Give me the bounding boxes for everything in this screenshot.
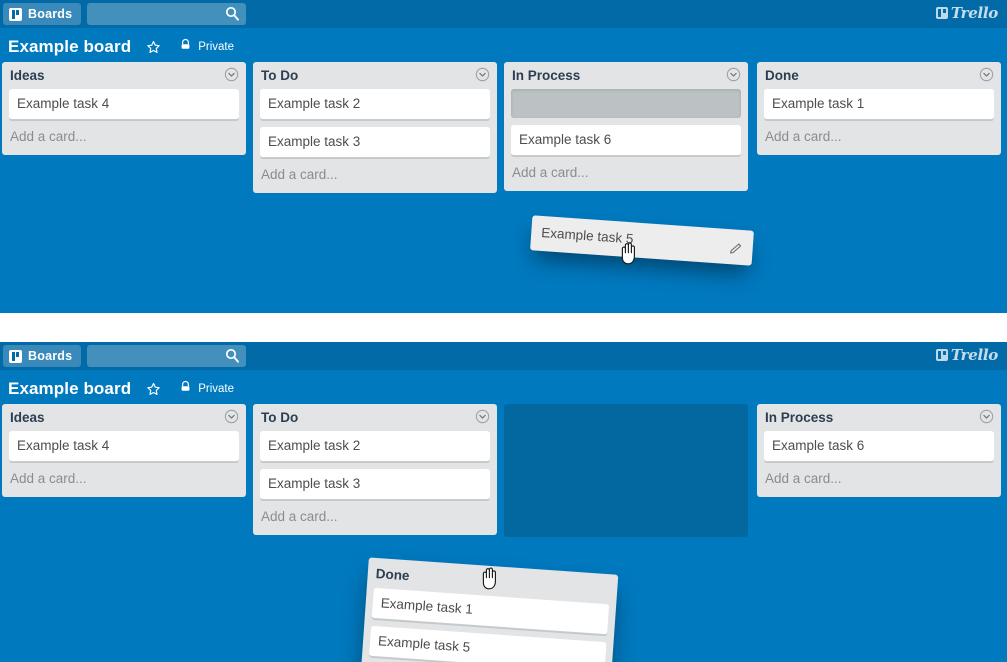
card[interactable]: Example task 1 bbox=[764, 89, 994, 120]
trello-logo[interactable]: Trello bbox=[935, 4, 998, 22]
list-header: Ideas bbox=[2, 62, 246, 89]
board-canvas-bottom: Ideas Example task 4 Add a card... To Do bbox=[0, 404, 1007, 662]
boards-button[interactable]: Boards bbox=[3, 345, 82, 367]
list-title: Ideas bbox=[10, 68, 45, 83]
list-title: To Do bbox=[261, 410, 299, 425]
card[interactable]: Example task 4 bbox=[9, 89, 239, 120]
list-title: To Do bbox=[261, 68, 299, 83]
chevron-down-circle-icon[interactable] bbox=[979, 67, 994, 82]
list-title: Done bbox=[765, 68, 799, 83]
list-in-process[interactable]: In Process Example task 6 Add a card... bbox=[504, 62, 748, 191]
board-visibility-label: Private bbox=[198, 383, 234, 395]
list-header: To Do bbox=[253, 404, 497, 431]
board-visibility[interactable]: Private bbox=[179, 380, 234, 399]
add-card-button[interactable]: Add a card... bbox=[2, 127, 246, 153]
chevron-down-circle-icon[interactable] bbox=[475, 409, 490, 424]
list-ideas[interactable]: Ideas Example task 4 Add a card... bbox=[2, 62, 246, 155]
list-drop-placeholder bbox=[504, 404, 748, 537]
board-visibility[interactable]: Private bbox=[179, 38, 234, 57]
add-card-button[interactable]: Add a card... bbox=[504, 163, 748, 189]
page-title: Example board bbox=[8, 37, 132, 56]
list-ideas[interactable]: Ideas Example task 4 Add a card... bbox=[2, 404, 246, 497]
board-icon bbox=[9, 349, 22, 363]
page-title: Example board bbox=[8, 379, 132, 398]
screenshot-top-card-drag: Boards Trello Example board Private Idea… bbox=[0, 0, 1007, 313]
trello-logo-text: Trello bbox=[950, 346, 998, 364]
board-header: Example board Private bbox=[0, 28, 1007, 62]
chevron-down-circle-icon[interactable] bbox=[224, 67, 239, 82]
list-header: Done bbox=[757, 62, 1001, 89]
board-canvas-top: Ideas Example task 4 Add a card... To Do bbox=[0, 62, 1007, 310]
screenshot-bottom-list-drag: Boards Trello Example board Private Idea… bbox=[0, 342, 1007, 662]
card-list: Example task 2 Example task 3 bbox=[253, 431, 497, 500]
card-list: Example task 4 bbox=[2, 89, 246, 120]
list-title: Ideas bbox=[10, 410, 45, 425]
card[interactable]: Example task 6 bbox=[511, 125, 741, 156]
card-list: Example task 2 Example task 3 bbox=[253, 89, 497, 158]
list-to-do[interactable]: To Do Example task 2 Example task 3 Add … bbox=[253, 62, 497, 193]
trello-logo-text: Trello bbox=[950, 4, 998, 22]
chevron-down-circle-icon[interactable] bbox=[979, 409, 994, 424]
card-list: Example task 6 bbox=[757, 431, 1001, 462]
card[interactable]: Example task 2 bbox=[260, 431, 490, 462]
list-header: In Process bbox=[504, 62, 748, 89]
trello-board-icon bbox=[935, 7, 948, 19]
list-title: In Process bbox=[765, 410, 834, 425]
add-card-button[interactable]: Add a card... bbox=[757, 469, 1001, 495]
chevron-down-circle-icon[interactable] bbox=[475, 67, 490, 82]
lock-icon bbox=[179, 38, 192, 57]
card-list: Example task 1 bbox=[757, 89, 1001, 120]
add-card-button[interactable]: Add a card... bbox=[253, 165, 497, 191]
search-input[interactable] bbox=[87, 345, 247, 367]
card-drop-placeholder bbox=[511, 89, 741, 118]
card[interactable]: Example task 3 bbox=[260, 469, 490, 500]
card[interactable]: Example task 3 bbox=[260, 127, 490, 158]
board-visibility-label: Private bbox=[198, 41, 234, 53]
add-card-button[interactable]: Add a card... bbox=[2, 469, 246, 495]
card[interactable]: Example task 6 bbox=[764, 431, 994, 462]
add-card-button[interactable]: Add a card... bbox=[253, 507, 497, 533]
boards-button[interactable]: Boards bbox=[3, 3, 82, 25]
chevron-down-circle-icon[interactable] bbox=[224, 409, 239, 424]
trello-logo[interactable]: Trello bbox=[935, 346, 998, 364]
top-navbar: Boards Trello bbox=[0, 342, 1007, 370]
list-to-do[interactable]: To Do Example task 2 Example task 3 Add … bbox=[253, 404, 497, 535]
list-header: Ideas bbox=[2, 404, 246, 431]
pencil-icon[interactable] bbox=[727, 241, 743, 257]
lock-icon bbox=[179, 380, 192, 399]
search-icon bbox=[225, 348, 240, 363]
search-icon bbox=[225, 6, 240, 21]
dragged-list-done[interactable]: Done Example task 1 Example task 5 Add a… bbox=[359, 557, 619, 662]
list-title: In Process bbox=[512, 68, 581, 83]
top-navbar: Boards Trello bbox=[0, 0, 1007, 28]
dragged-card-label: Example task 5 bbox=[540, 224, 634, 247]
list-done[interactable]: Done Example task 1 Add a card... bbox=[757, 62, 1001, 155]
star-icon[interactable] bbox=[146, 382, 161, 397]
chevron-down-circle-icon[interactable] bbox=[726, 67, 741, 82]
list-header: To Do bbox=[253, 62, 497, 89]
board-header: Example board Private bbox=[0, 370, 1007, 404]
list-in-process[interactable]: In Process Example task 6 Add a card... bbox=[757, 404, 1001, 497]
list-header: In Process bbox=[757, 404, 1001, 431]
trello-board-icon bbox=[935, 349, 948, 361]
add-card-button[interactable]: Add a card... bbox=[757, 127, 1001, 153]
dragged-card[interactable]: Example task 5 bbox=[530, 215, 754, 266]
boards-button-label: Boards bbox=[28, 7, 73, 21]
card-list: Example task 4 bbox=[2, 431, 246, 462]
card-list: Example task 6 bbox=[504, 89, 748, 156]
card[interactable]: Example task 4 bbox=[9, 431, 239, 462]
board-icon bbox=[9, 7, 22, 21]
list-title: Done bbox=[375, 565, 411, 583]
search-input[interactable] bbox=[87, 3, 247, 25]
star-icon[interactable] bbox=[146, 40, 161, 55]
card[interactable]: Example task 2 bbox=[260, 89, 490, 120]
boards-button-label: Boards bbox=[28, 349, 73, 363]
